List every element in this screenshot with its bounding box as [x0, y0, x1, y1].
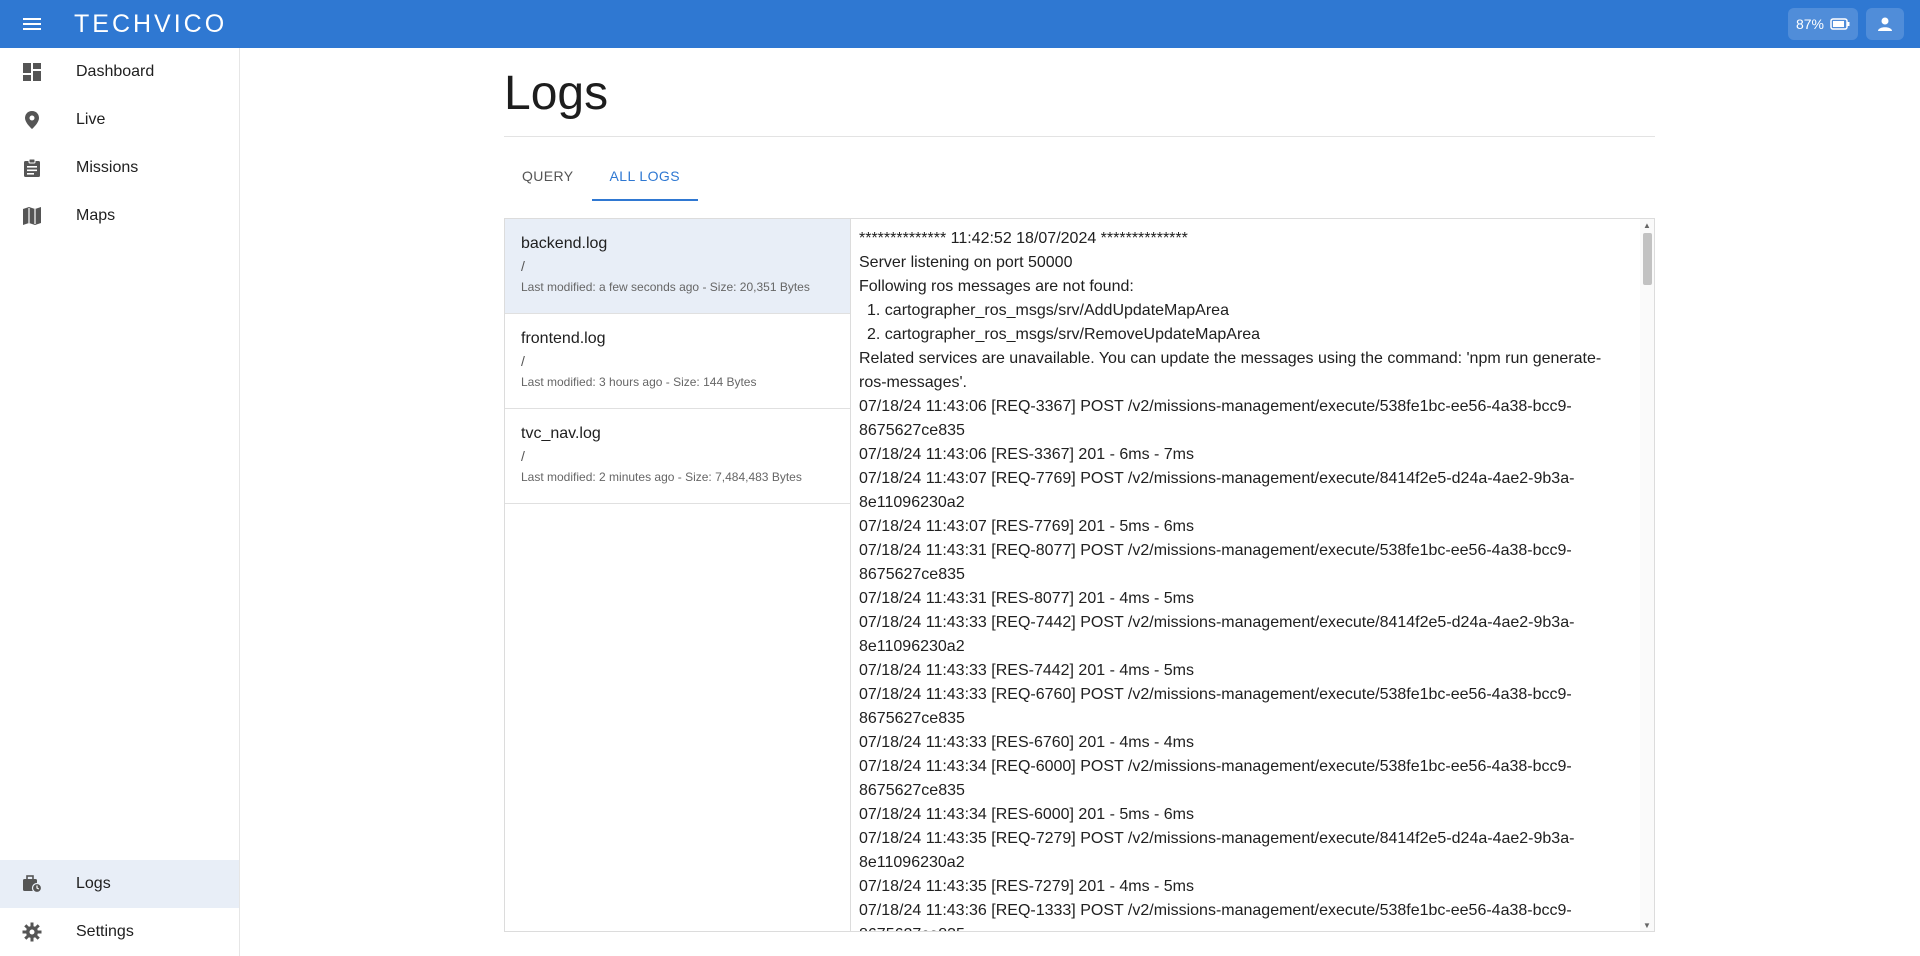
- log-line: 1. cartographer_ros_msgs/srv/AddUpdateMa…: [867, 302, 1229, 319]
- log-line: 07/18/24 11:43:36 [REQ-1333] POST /v2/mi…: [859, 902, 1572, 919]
- user-icon: [1878, 17, 1892, 31]
- file-meta: Last modified: 3 hours ago - Size: 144 B…: [521, 375, 757, 389]
- sidebar-item-label: Logs: [76, 875, 111, 892]
- sidebar-item-label: Settings: [76, 923, 134, 940]
- log-line: 07/18/24 11:43:33 [REQ-6760] POST /v2/mi…: [859, 686, 1572, 703]
- log-line: 07/18/24 11:43:34 [REQ-6000] POST /v2/mi…: [859, 758, 1572, 775]
- log-line: Following ros messages are not found:: [859, 278, 1134, 295]
- log-line: ros-messages'.: [859, 374, 967, 391]
- tab-bar: QUERY ALL LOGS: [504, 153, 698, 201]
- file-path: /: [521, 258, 525, 274]
- log-line: Related services are unavailable. You ca…: [859, 350, 1602, 367]
- page-title: Logs: [504, 67, 609, 120]
- log-line: 8675627ce835: [859, 923, 1620, 931]
- app-logo[interactable]: TECHVICO: [74, 10, 227, 39]
- log-file-list: backend.log / Last modified: a few secon…: [505, 219, 851, 931]
- logs-panel: backend.log / Last modified: a few secon…: [504, 218, 1655, 932]
- sidebar-item-label: Live: [76, 111, 106, 128]
- sidebar-item-maps[interactable]: Maps: [0, 192, 239, 240]
- tab-all-logs[interactable]: ALL LOGS: [591, 153, 698, 201]
- log-line: 07/18/24 11:43:33 [RES-7442] 201 - 4ms -…: [859, 662, 1195, 679]
- sidebar-item-label: Maps: [76, 207, 116, 224]
- gear-icon: [20, 920, 44, 944]
- log-line: 07/18/24 11:43:06 [RES-3367] 201 - 6ms -…: [859, 446, 1195, 463]
- menu-button[interactable]: [0, 0, 64, 48]
- list-item[interactable]: frontend.log / Last modified: 3 hours ag…: [505, 314, 850, 409]
- battery-level: 87%: [1795, 16, 1824, 32]
- list-item[interactable]: backend.log / Last modified: a few secon…: [505, 219, 850, 314]
- location-pin-icon: [20, 108, 44, 132]
- log-line: ************** 11:42:52 18/07/2024 *****…: [859, 230, 1188, 247]
- hamburger-menu-icon: [23, 18, 41, 30]
- log-line: 8e11096230a2: [859, 854, 965, 871]
- scrollbar-thumb[interactable]: [1643, 233, 1652, 285]
- file-name: tvc_nav.log: [521, 425, 601, 442]
- log-content-viewer[interactable]: ************** 11:42:52 18/07/2024 *****…: [851, 219, 1654, 931]
- log-line: 07/18/24 11:43:07 [RES-7769] 201 - 5ms -…: [859, 518, 1195, 535]
- clipboard-icon: [20, 156, 44, 180]
- log-line: 07/18/24 11:43:35 [RES-7279] 201 - 4ms -…: [859, 878, 1195, 895]
- sidebar-item-label: Missions: [76, 159, 139, 176]
- file-path: /: [521, 353, 525, 369]
- map-icon: [20, 204, 44, 228]
- battery-icon: [1830, 18, 1850, 30]
- log-line: 07/18/24 11:43:31 [REQ-8077] POST /v2/mi…: [859, 542, 1572, 559]
- log-line: 07/18/24 11:43:33 [REQ-7442] POST /v2/mi…: [859, 614, 1575, 631]
- sidebar-item-logs[interactable]: Logs: [0, 860, 239, 908]
- log-line: 8e11096230a2: [859, 494, 965, 511]
- account-button[interactable]: [1866, 8, 1904, 40]
- log-line: 07/18/24 11:43:31 [RES-8077] 201 - 4ms -…: [859, 590, 1195, 607]
- sidebar-item-missions[interactable]: Missions: [0, 144, 239, 192]
- scroll-up-arrow-icon[interactable]: ▲: [1640, 219, 1654, 231]
- sidebar-item-label: Dashboard: [76, 63, 155, 80]
- log-line: 07/18/24 11:43:34 [RES-6000] 201 - 5ms -…: [859, 806, 1195, 823]
- log-line: 2. cartographer_ros_msgs/srv/RemoveUpdat…: [867, 326, 1261, 343]
- log-scrollbar[interactable]: ▲ ▼: [1640, 219, 1654, 931]
- log-line: 07/18/24 11:43:35 [REQ-7279] POST /v2/mi…: [859, 830, 1575, 847]
- dashboard-icon: [20, 60, 44, 84]
- battery-indicator[interactable]: 87%: [1787, 8, 1858, 40]
- log-line: 8e11096230a2: [859, 638, 965, 655]
- log-line: 8675627ce835: [859, 566, 965, 583]
- log-line: 07/18/24 11:43:33 [RES-6760] 201 - 4ms -…: [859, 734, 1195, 751]
- log-line: 8675627ce835: [859, 782, 965, 799]
- sidebar-item-live[interactable]: Live: [0, 96, 239, 144]
- log-line: 8675627ce835: [859, 422, 965, 439]
- scroll-down-arrow-icon[interactable]: ▼: [1640, 919, 1654, 931]
- sidebar-item-dashboard[interactable]: Dashboard: [0, 48, 239, 96]
- file-path: /: [521, 448, 525, 464]
- sidebar-item-settings[interactable]: Settings: [0, 908, 239, 956]
- file-meta: Last modified: a few seconds ago - Size:…: [521, 280, 810, 294]
- briefcase-clock-icon: [20, 872, 44, 896]
- log-line: Server listening on port 50000: [859, 254, 1073, 271]
- file-name: frontend.log: [521, 330, 606, 347]
- divider: [504, 136, 1655, 137]
- file-name: backend.log: [521, 235, 608, 252]
- sidebar: Dashboard Live Missions Maps Logs Settin…: [0, 48, 240, 956]
- app-bar: TECHVICO 87%: [0, 0, 1920, 48]
- log-line: 8675627ce835: [859, 710, 965, 727]
- log-line: 07/18/24 11:43:07 [REQ-7769] POST /v2/mi…: [859, 470, 1575, 487]
- list-item[interactable]: tvc_nav.log / Last modified: 2 minutes a…: [505, 409, 850, 504]
- tab-query[interactable]: QUERY: [504, 153, 592, 201]
- log-line: 07/18/24 11:43:06 [REQ-3367] POST /v2/mi…: [859, 398, 1572, 415]
- file-meta: Last modified: 2 minutes ago - Size: 7,4…: [521, 470, 802, 484]
